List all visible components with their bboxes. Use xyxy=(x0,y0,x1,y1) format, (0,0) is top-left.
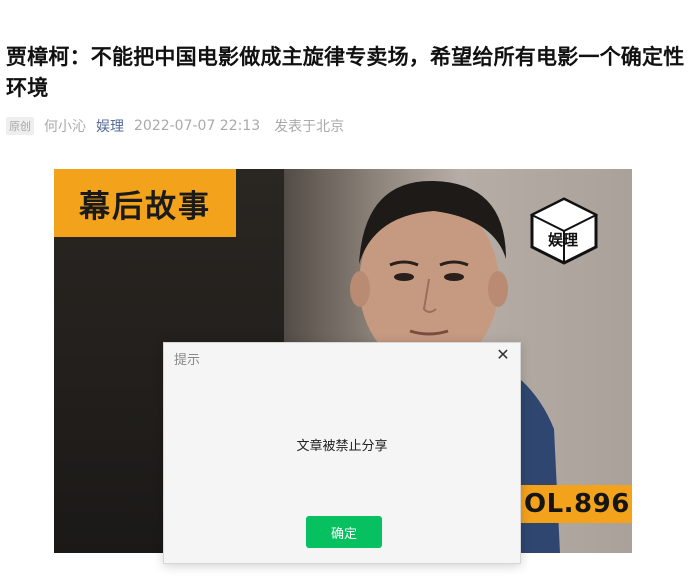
yuli-logo: 娱理 xyxy=(530,197,598,265)
share-blocked-dialog: 提示 ✕ 文章被禁止分享 确定 xyxy=(163,342,521,564)
behind-scenes-tag: 幕后故事 xyxy=(54,169,236,237)
article-meta: 原创 何小沁 娱理 2022-07-07 22:13 发表于北京 xyxy=(6,116,344,136)
publish-date: 2022-07-07 22:13 xyxy=(134,118,261,134)
publish-location: 发表于北京 xyxy=(274,119,345,135)
confirm-button[interactable]: 确定 xyxy=(306,516,382,548)
article-title: 贾樟柯：不能把中国电影做成主旋律专卖场，希望给所有电影一个确定性环境 xyxy=(6,45,685,100)
close-icon[interactable]: ✕ xyxy=(494,345,512,364)
volume-label: OL.896 xyxy=(516,485,632,523)
svg-text:娱理: 娱理 xyxy=(548,231,578,249)
original-badge: 原创 xyxy=(6,117,34,135)
dialog-message: 文章被禁止分享 xyxy=(296,439,388,454)
dialog-title: 提示 xyxy=(174,353,201,368)
author-name: 何小沁 xyxy=(44,119,86,135)
account-link[interactable]: 娱理 xyxy=(96,116,124,136)
